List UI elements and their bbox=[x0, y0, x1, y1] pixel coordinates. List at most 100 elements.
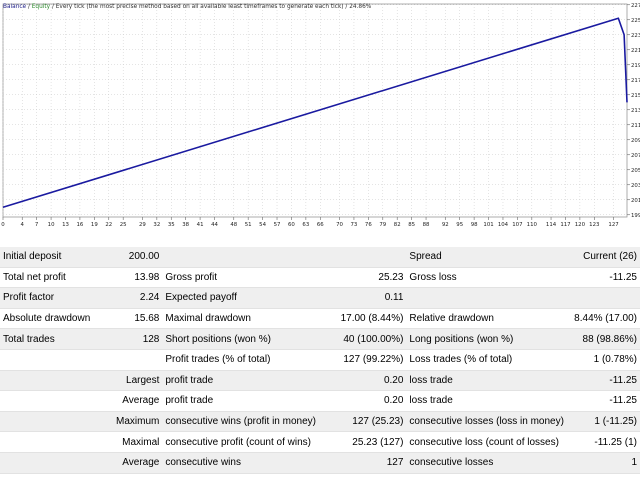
report-value: -11.25 (1) bbox=[566, 431, 640, 453]
x-tick-label: 70 bbox=[336, 222, 343, 228]
report-value: Maximal bbox=[95, 431, 163, 453]
report-label bbox=[0, 431, 96, 453]
x-tick-label: 63 bbox=[302, 222, 309, 228]
y-tick-label: 217 bbox=[631, 78, 640, 84]
x-tick-label: 107 bbox=[512, 222, 522, 228]
report-value: Average bbox=[95, 452, 163, 474]
y-tick-label: 213 bbox=[631, 108, 640, 114]
x-tick-label: 35 bbox=[168, 222, 175, 228]
x-tick-label: 85 bbox=[408, 222, 415, 228]
report-row: Total net profit 13.98 Gross profit 25.23 Gr… bbox=[0, 267, 640, 289]
report-value: Largest bbox=[95, 370, 163, 392]
report-value: 127 (99.22%) bbox=[319, 349, 407, 371]
y-tick-label: 203 bbox=[631, 183, 640, 189]
report-label: Total net profit bbox=[0, 267, 96, 289]
report-label: Profit factor bbox=[0, 287, 96, 309]
report-row: Initial deposit 200.00 Spread Current (26) bbox=[0, 247, 640, 268]
report-label: Spread bbox=[406, 247, 567, 268]
report-body: Initial deposit 200.00 Spread Current (26) T… bbox=[0, 247, 640, 474]
report-label: Profit trades (% of total) bbox=[162, 349, 319, 371]
y-tick-label: 201 bbox=[631, 198, 640, 204]
report-label: consecutive losses bbox=[406, 452, 567, 474]
report-value: 127 (25.23) bbox=[319, 411, 407, 433]
y-tick-label: 215 bbox=[631, 93, 640, 99]
x-tick-label: 10 bbox=[48, 222, 55, 228]
x-tick-label: 76 bbox=[365, 222, 372, 228]
x-tick-label: 66 bbox=[317, 222, 324, 228]
x-tick-label: 60 bbox=[288, 222, 295, 228]
x-tick-label: 0 bbox=[1, 222, 5, 228]
x-tick-label: 104 bbox=[498, 222, 509, 228]
y-tick-label: 219 bbox=[631, 63, 640, 69]
legend-balance: Balance bbox=[3, 4, 27, 10]
report-row: Largest profit trade 0.20 loss trade -11.25 bbox=[0, 370, 640, 392]
report-row: Average consecutive wins 127 consecutive lo… bbox=[0, 452, 640, 474]
x-tick-label: 57 bbox=[274, 222, 281, 228]
report-value: 1 bbox=[566, 452, 640, 474]
report-value: 200.00 bbox=[95, 247, 163, 268]
y-tick-label: 207 bbox=[631, 153, 640, 159]
legend-model: Every tick (the most precise method base… bbox=[56, 4, 344, 10]
x-tick-label: 82 bbox=[394, 222, 401, 228]
x-tick-label: 7 bbox=[35, 222, 38, 228]
y-tick-label: 225 bbox=[631, 18, 640, 24]
report-value: 88 (98.86%) bbox=[566, 328, 640, 350]
x-tick-label: 117 bbox=[560, 222, 570, 228]
x-tick-label: 110 bbox=[527, 222, 538, 228]
y-tick-label: 221 bbox=[631, 48, 640, 54]
report-value: 127 bbox=[319, 452, 407, 474]
x-tick-label: 114 bbox=[546, 222, 557, 228]
x-tick-label: 95 bbox=[456, 222, 463, 228]
balance-chart: 1992012032052072092112132152172192212232… bbox=[0, 0, 640, 240]
report-label: consecutive profit (count of wins) bbox=[162, 431, 319, 453]
x-tick-label: 79 bbox=[379, 222, 386, 228]
x-tick-label: 44 bbox=[211, 222, 218, 228]
report-label: profit trade bbox=[162, 370, 319, 392]
x-tick-label: 38 bbox=[182, 222, 189, 228]
report-value: 1 (-11.25) bbox=[566, 411, 640, 433]
report-value: 25.23 bbox=[319, 267, 407, 289]
report-value: 0.11 bbox=[319, 287, 407, 309]
report-label: Total trades bbox=[0, 328, 96, 350]
y-tick-label: 199 bbox=[631, 213, 640, 219]
x-tick-label: 13 bbox=[62, 222, 69, 228]
report-label: consecutive losses (loss in money) bbox=[406, 411, 567, 433]
x-tick-label: 32 bbox=[153, 222, 160, 228]
report-label: loss trade bbox=[406, 370, 567, 392]
x-tick-label: 73 bbox=[351, 222, 358, 228]
report-value bbox=[319, 247, 407, 268]
report-label bbox=[406, 287, 567, 309]
report-value: 0.20 bbox=[319, 370, 407, 392]
x-tick-label: 51 bbox=[245, 222, 252, 228]
report-row: Absolute drawdown 15.68 Maximal drawdown 17… bbox=[0, 308, 640, 330]
report-value: 128 bbox=[95, 328, 163, 350]
report-row: Maximal consecutive profit (count of wins… bbox=[0, 431, 640, 453]
report-label: profit trade bbox=[162, 390, 319, 412]
report-label: loss trade bbox=[406, 390, 567, 412]
report-label: consecutive wins (profit in money) bbox=[162, 411, 319, 433]
report-label: Expected payoff bbox=[162, 287, 319, 309]
report-label bbox=[0, 452, 96, 474]
report-value: 25.23 (127) bbox=[319, 431, 407, 453]
report-value: 17.00 (8.44%) bbox=[319, 308, 407, 330]
x-tick-label: 29 bbox=[139, 222, 146, 228]
report-value: 8.44% (17.00) bbox=[566, 308, 640, 330]
report-label: Long positions (won %) bbox=[406, 328, 567, 350]
report-label: Gross loss bbox=[406, 267, 567, 289]
report-value bbox=[95, 349, 163, 371]
report-label bbox=[162, 247, 319, 268]
report-value: 2.24 bbox=[95, 287, 163, 309]
x-tick-label: 101 bbox=[483, 222, 493, 228]
legend-quality: 24.86% bbox=[349, 4, 372, 10]
report-label bbox=[0, 411, 96, 433]
report-value: -11.25 bbox=[566, 267, 640, 289]
report-value: 15.68 bbox=[95, 308, 163, 330]
x-tick-label: 127 bbox=[608, 222, 618, 228]
report-value: 0.20 bbox=[319, 390, 407, 412]
x-tick-label: 98 bbox=[471, 222, 478, 228]
y-tick-label: 209 bbox=[631, 138, 640, 144]
report-label: consecutive loss (count of losses) bbox=[406, 431, 567, 453]
x-tick-label: 54 bbox=[259, 222, 266, 228]
x-tick-label: 16 bbox=[76, 222, 83, 228]
report-label bbox=[0, 349, 96, 371]
